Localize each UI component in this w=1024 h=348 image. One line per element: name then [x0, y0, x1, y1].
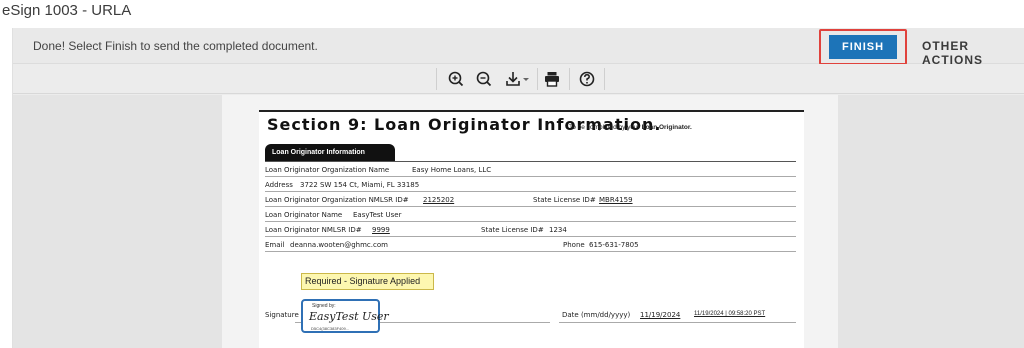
toolbar-divider: [604, 68, 605, 90]
signature-box[interactable]: Signed by: EasyTest User D5C4(38C383F409…: [301, 299, 389, 333]
divider: [265, 161, 796, 162]
toolbar-divider: [537, 68, 538, 90]
zoom-out-icon[interactable]: [473, 68, 495, 90]
lo-nmlsr-row: Loan Originator NMLSR ID# 9999 State Lic…: [265, 223, 796, 237]
signature-timestamp: 11/19/2024 | 09:58:20 PST: [694, 311, 766, 317]
email-row: Email deanna.wooten@ghmc.com Phone 615-6…: [265, 238, 796, 252]
date-line: [559, 322, 796, 323]
address-row: Address 3722 SW 154 Ct, Miami, FL 33185: [265, 178, 796, 192]
esign-frame: Done! Select Finish to send the complete…: [12, 28, 1024, 348]
signed-by-label: Signed by:: [312, 303, 336, 309]
window-title-bar: eSign 1003 - URLA: [0, 0, 1024, 28]
signature-id: D5C4(38C383F409...: [311, 326, 350, 331]
document-page: Section 9: Loan Originator Information. …: [222, 95, 838, 348]
loan-originator-form: Section 9: Loan Originator Information. …: [259, 110, 804, 348]
help-icon[interactable]: [576, 68, 598, 90]
other-actions-button[interactable]: OTHER ACTIONS: [922, 39, 1024, 67]
required-signature-badge: Required - Signature Applied: [301, 273, 434, 290]
document-toolbar: [13, 64, 1024, 94]
toolbar-divider: [569, 68, 570, 90]
section-tab: Loan Originator Information: [265, 144, 395, 161]
section-note: To be completed by your Loan Originator.: [569, 124, 692, 131]
window-title: eSign 1003 - URLA: [2, 2, 132, 19]
toolbar-divider: [436, 68, 437, 90]
org-name-row: Loan Originator Organization Name Easy H…: [265, 163, 796, 177]
download-icon[interactable]: [503, 68, 533, 90]
action-bar: Done! Select Finish to send the complete…: [13, 28, 1024, 67]
lo-name-row: Loan Originator Name EasyTest User: [265, 208, 796, 222]
org-nmlsr-row: Loan Originator Organization NMLSR ID# 2…: [265, 193, 796, 207]
print-icon[interactable]: [541, 68, 563, 90]
finish-button[interactable]: FINISH: [829, 35, 897, 59]
document-viewer[interactable]: Section 9: Loan Originator Information. …: [13, 95, 1024, 348]
status-message: Done! Select Finish to send the complete…: [33, 39, 318, 53]
signature-name: EasyTest User: [309, 310, 389, 323]
zoom-in-icon[interactable]: [445, 68, 467, 90]
